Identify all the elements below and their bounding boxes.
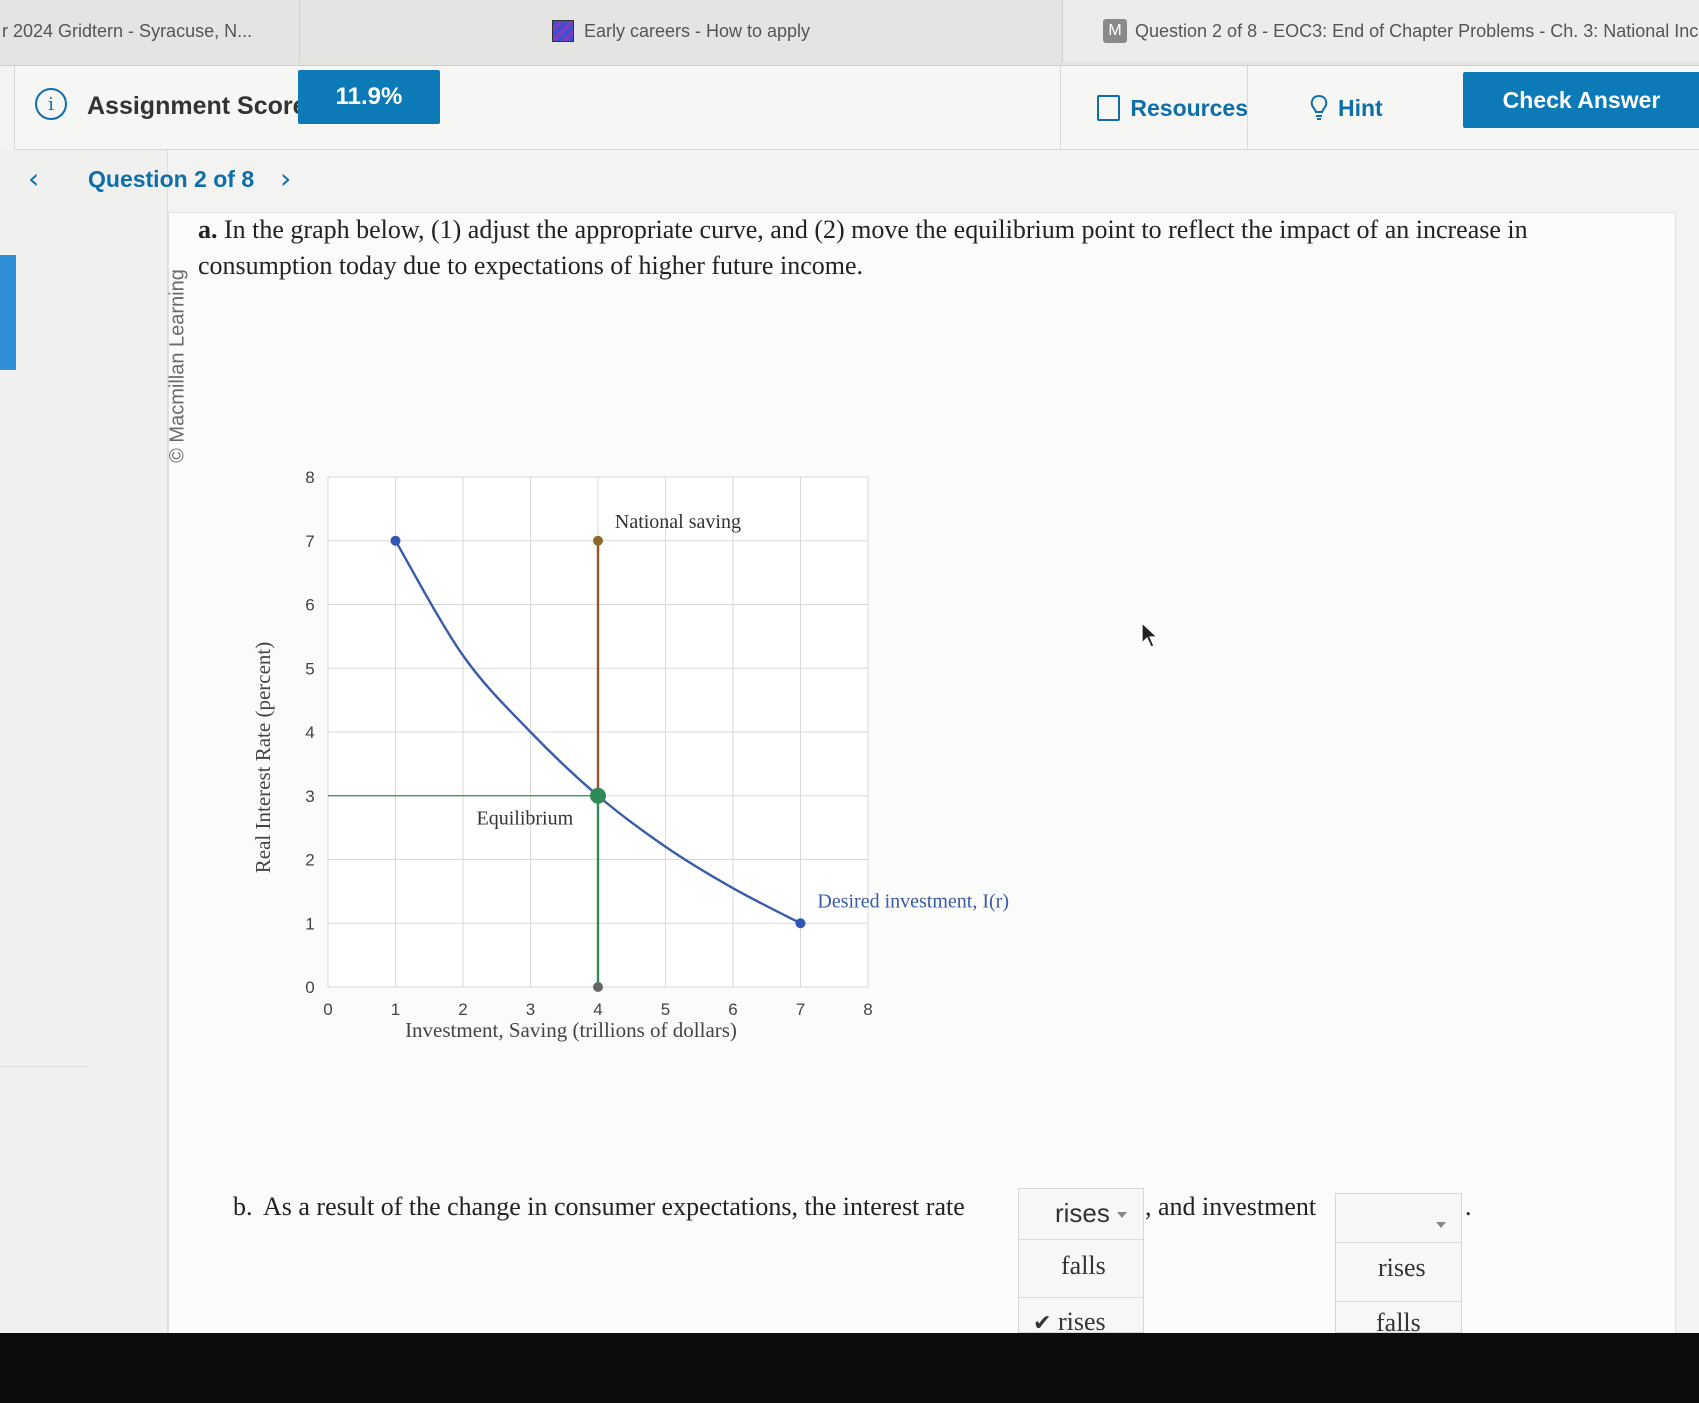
browser-tab-gridtern[interactable]: r 2024 Gridtern - Syracuse, N... (0, 0, 300, 62)
browser-tab-question[interactable]: M Question 2 of 8 - EOC3: End of Chapter… (1063, 0, 1699, 62)
hint-label: Hint (1338, 94, 1383, 121)
folder-icon (1097, 95, 1121, 121)
part-b-mid: , and investment (1145, 1192, 1317, 1221)
x-axis-label: Investment, Saving (trillions of dollars… (405, 1018, 737, 1042)
tab-label: r 2024 Gridtern - Syracuse, N... (2, 20, 253, 41)
screen: r 2024 Gridtern - Syracuse, N... Early c… (0, 0, 1699, 1333)
dropdown-divider (1019, 1239, 1143, 1240)
part-a-text: In the graph below, (1) adjust the appro… (198, 215, 1528, 280)
part-b-prefix: b. (233, 1192, 253, 1221)
next-question-chevron-icon[interactable]: › (280, 162, 291, 195)
investment-end-handle (795, 918, 806, 929)
info-icon[interactable]: i (35, 88, 67, 120)
mouse-cursor-icon (1141, 621, 1159, 648)
watermark-text: © Macmillan Learning (166, 269, 189, 463)
question-number-label: Question 2 of 8 (88, 166, 255, 192)
chevron-down-icon (1117, 1212, 1127, 1218)
left-gutter (0, 150, 168, 1333)
browser-tab-early-careers[interactable]: Early careers - How to apply (300, 0, 1063, 62)
y-tick-label: 3 (305, 787, 314, 806)
part-b-text: As a result of the change in consumer ex… (263, 1192, 965, 1221)
site-favicon-icon (551, 20, 574, 42)
dropdown-divider (1019, 1297, 1143, 1298)
equilibrium-label: Equilibrium (477, 807, 574, 829)
previous-question-chevron-icon[interactable]: ‹ (28, 162, 39, 195)
x-tick-label: 4 (593, 1000, 602, 1019)
active-question-marker (0, 255, 16, 370)
investment-dropdown[interactable]: rises falls (1335, 1193, 1462, 1333)
national-saving-label: National saving (615, 511, 741, 533)
resources-button[interactable]: Resources (1060, 66, 1248, 150)
interest-rate-dropdown[interactable]: rises falls ✔ rises (1018, 1188, 1144, 1333)
national-saving-bottom-handle (593, 982, 603, 992)
x-tick-label: 8 (863, 1000, 872, 1019)
x-tick-label: 0 (323, 1000, 332, 1019)
equilibrium-point (590, 787, 606, 804)
x-tick-label: 3 (526, 1000, 535, 1019)
desired-investment-label: Desired investment, I(r) (817, 890, 1009, 912)
x-tick-label: 5 (661, 1000, 670, 1019)
y-tick-label: 8 (305, 468, 314, 487)
y-tick-label: 5 (305, 659, 314, 678)
chevron-down-icon (1436, 1222, 1446, 1228)
x-tick-label: 2 (458, 1000, 467, 1019)
investment-start-handle (390, 535, 401, 546)
interest-rate-option-falls[interactable]: falls (1061, 1251, 1106, 1281)
assignment-header: i Assignment Score: 11.9% Resources Hint… (14, 66, 1699, 150)
assignment-score-label: Assignment Score: (87, 92, 315, 120)
y-axis-label: Real Interest Rate (percent) (251, 642, 275, 873)
hint-button[interactable]: Hint (1247, 66, 1437, 150)
option-label: rises (1057, 1307, 1106, 1333)
check-answer-button[interactable]: Check Answer (1463, 72, 1699, 128)
y-tick-label: 6 (305, 596, 314, 615)
tab-label: Early careers - How to apply (583, 20, 811, 41)
screen-bezel (0, 1333, 1699, 1403)
interest-rate-selected: rises (1055, 1197, 1110, 1228)
x-tick-label: 1 (391, 1000, 400, 1019)
copyright-watermark: © Macmillan Learning (163, 255, 193, 477)
lightbulb-icon (1310, 94, 1328, 120)
part-a-prefix: a. (198, 215, 218, 244)
checkmark-icon: ✔ (1033, 1311, 1052, 1333)
gutter-divider (0, 1066, 90, 1067)
investment-option-rises[interactable]: rises (1378, 1253, 1426, 1283)
resources-label: Resources (1130, 94, 1248, 121)
x-tick-label: 7 (796, 1000, 805, 1019)
question-part-b: b. As a result of the change in consumer… (233, 1190, 1473, 1250)
part-b-end: . (1465, 1192, 1472, 1221)
browser-tab-bar: r 2024 Gridtern - Syracuse, N... Early c… (0, 0, 1699, 66)
saving-investment-graph[interactable]: 0 1 2 3 4 5 6 7 8 0 1 2 3 4 5 6 7 8 Investment, Saving (tr… (240, 450, 1040, 1050)
investment-option-falls[interactable]: falls (1376, 1308, 1421, 1333)
y-tick-label: 0 (305, 978, 314, 997)
interest-rate-option-rises[interactable]: ✔ rises (1033, 1307, 1106, 1333)
dropdown-divider (1336, 1301, 1461, 1302)
y-tick-label: 2 (305, 851, 314, 870)
question-part-a: a. In the graph below, (1) adjust the ap… (198, 212, 1658, 284)
assignment-score-badge: 11.9% (298, 70, 440, 124)
y-tick-label: 4 (305, 723, 314, 742)
national-saving-top-handle (593, 535, 603, 546)
y-tick-label: 7 (305, 532, 314, 551)
macmillan-favicon-icon: M (1103, 19, 1127, 43)
x-tick-label: 6 (728, 1000, 737, 1019)
tab-label: Question 2 of 8 - EOC3: End of Chapter P… (1135, 20, 1699, 41)
y-tick-label: 1 (305, 914, 314, 933)
dropdown-divider (1336, 1242, 1461, 1243)
